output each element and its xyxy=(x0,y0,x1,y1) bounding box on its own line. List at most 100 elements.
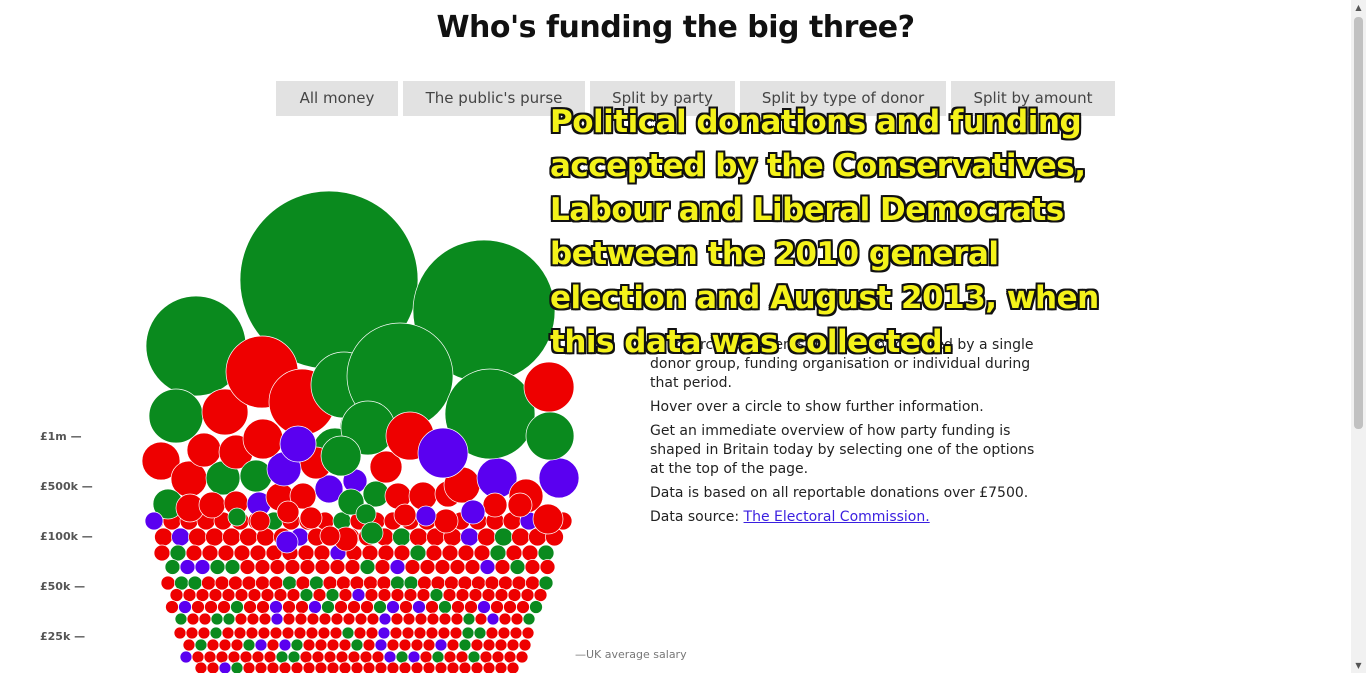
small-donation-circle[interactable] xyxy=(354,612,368,626)
small-donation-circle[interactable] xyxy=(233,626,247,640)
small-donation-circle[interactable] xyxy=(191,650,205,664)
small-donation-circle[interactable] xyxy=(430,575,446,591)
small-donation-circle[interactable] xyxy=(377,588,392,602)
large-donation-circle[interactable] xyxy=(417,427,469,479)
small-donation-circle[interactable] xyxy=(503,600,517,614)
small-donation-circle[interactable] xyxy=(377,626,391,640)
small-donation-circle[interactable] xyxy=(393,544,411,562)
small-donation-circle[interactable] xyxy=(441,544,459,562)
small-donation-circle[interactable] xyxy=(353,626,367,640)
small-donation-circle[interactable] xyxy=(312,588,327,602)
small-donation-circle[interactable] xyxy=(201,544,219,562)
small-donation-circle[interactable] xyxy=(351,588,366,602)
small-donation-circle[interactable] xyxy=(299,588,314,602)
small-donation-circle[interactable] xyxy=(286,588,301,602)
small-donation-circle[interactable] xyxy=(230,638,244,652)
medium-donation-circle[interactable] xyxy=(360,521,384,545)
small-donation-circle[interactable] xyxy=(323,650,337,664)
small-donation-circle[interactable] xyxy=(434,559,451,575)
small-donation-circle[interactable] xyxy=(188,527,207,547)
small-donation-circle[interactable] xyxy=(533,588,548,602)
small-donation-circle[interactable] xyxy=(438,612,452,626)
small-donation-circle[interactable] xyxy=(242,638,256,652)
small-donation-circle[interactable] xyxy=(154,527,173,547)
small-donation-circle[interactable] xyxy=(247,588,262,602)
small-donation-circle[interactable] xyxy=(230,661,244,673)
small-donation-circle[interactable] xyxy=(390,575,405,591)
small-donation-circle[interactable] xyxy=(390,612,404,626)
small-donation-circle[interactable] xyxy=(402,612,416,626)
small-donation-circle[interactable] xyxy=(482,638,496,652)
small-donation-circle[interactable] xyxy=(221,588,236,602)
small-donation-circle[interactable] xyxy=(437,626,451,640)
small-donation-circle[interactable] xyxy=(209,626,223,640)
small-donation-circle[interactable] xyxy=(376,575,392,591)
medium-donation-circle[interactable] xyxy=(276,500,300,524)
small-donation-circle[interactable] xyxy=(336,575,351,591)
small-donation-circle[interactable] xyxy=(186,612,200,626)
small-donation-circle[interactable] xyxy=(269,600,283,614)
small-donation-circle[interactable] xyxy=(243,600,257,614)
small-donation-circle[interactable] xyxy=(390,588,405,602)
medium-donation-circle[interactable] xyxy=(460,499,486,525)
vertical-scrollbar[interactable]: ▲ ▼ xyxy=(1351,0,1366,673)
small-donation-circle[interactable] xyxy=(338,661,352,673)
small-donation-circle[interactable] xyxy=(273,588,288,602)
small-donation-circle[interactable] xyxy=(374,638,388,652)
small-donation-circle[interactable] xyxy=(201,575,216,591)
small-donation-circle[interactable] xyxy=(374,559,391,575)
medium-donation-circle[interactable] xyxy=(249,510,271,532)
small-donation-circle[interactable] xyxy=(477,527,496,547)
small-donation-circle[interactable] xyxy=(486,612,500,626)
small-donation-circle[interactable] xyxy=(511,575,527,591)
small-donation-circle[interactable] xyxy=(269,626,283,640)
large-donation-circle[interactable] xyxy=(525,411,575,461)
medium-donation-circle[interactable] xyxy=(242,418,284,460)
small-donation-circle[interactable] xyxy=(479,650,493,664)
small-donation-circle[interactable] xyxy=(409,527,428,547)
small-donation-circle[interactable] xyxy=(460,527,479,547)
small-donation-circle[interactable] xyxy=(239,527,258,547)
small-donation-circle[interactable] xyxy=(165,600,179,614)
small-donation-circle[interactable] xyxy=(342,612,356,626)
small-donation-circle[interactable] xyxy=(293,626,307,640)
small-donation-circle[interactable] xyxy=(217,600,231,614)
medium-donation-circle[interactable] xyxy=(415,505,437,527)
small-donation-circle[interactable] xyxy=(485,626,499,640)
small-donation-circle[interactable] xyxy=(313,544,331,562)
small-donation-circle[interactable] xyxy=(278,661,292,673)
small-donation-circle[interactable] xyxy=(491,650,505,664)
small-donation-circle[interactable] xyxy=(182,588,197,602)
small-donation-circle[interactable] xyxy=(482,661,496,673)
small-donation-circle[interactable] xyxy=(302,661,316,673)
small-donation-circle[interactable] xyxy=(494,638,508,652)
small-donation-circle[interactable] xyxy=(185,626,199,640)
small-donation-circle[interactable] xyxy=(416,588,431,602)
small-donation-circle[interactable] xyxy=(505,544,523,562)
small-donation-circle[interactable] xyxy=(224,559,241,575)
small-donation-circle[interactable] xyxy=(401,626,415,640)
small-donation-circle[interactable] xyxy=(234,612,248,626)
small-donation-circle[interactable] xyxy=(467,650,481,664)
small-donation-circle[interactable] xyxy=(359,559,376,575)
small-donation-circle[interactable] xyxy=(266,638,280,652)
small-donation-circle[interactable] xyxy=(197,626,211,640)
medium-donation-circle[interactable] xyxy=(532,503,564,535)
small-donation-circle[interactable] xyxy=(191,600,205,614)
scroll-thumb[interactable] xyxy=(1354,17,1363,429)
small-donation-circle[interactable] xyxy=(494,527,513,547)
small-donation-circle[interactable] xyxy=(178,600,192,614)
small-donation-circle[interactable] xyxy=(473,626,487,640)
small-donation-circle[interactable] xyxy=(314,559,331,575)
large-donation-circle[interactable] xyxy=(148,388,204,444)
small-donation-circle[interactable] xyxy=(268,575,284,591)
small-donation-circle[interactable] xyxy=(314,661,328,673)
small-donation-circle[interactable] xyxy=(295,600,309,614)
small-donation-circle[interactable] xyxy=(471,575,486,591)
small-donation-circle[interactable] xyxy=(263,650,277,664)
small-donation-circle[interactable] xyxy=(524,559,541,575)
small-donation-circle[interactable] xyxy=(174,612,188,626)
small-donation-circle[interactable] xyxy=(284,559,301,575)
small-donation-circle[interactable] xyxy=(203,650,217,664)
small-donation-circle[interactable] xyxy=(309,575,324,591)
